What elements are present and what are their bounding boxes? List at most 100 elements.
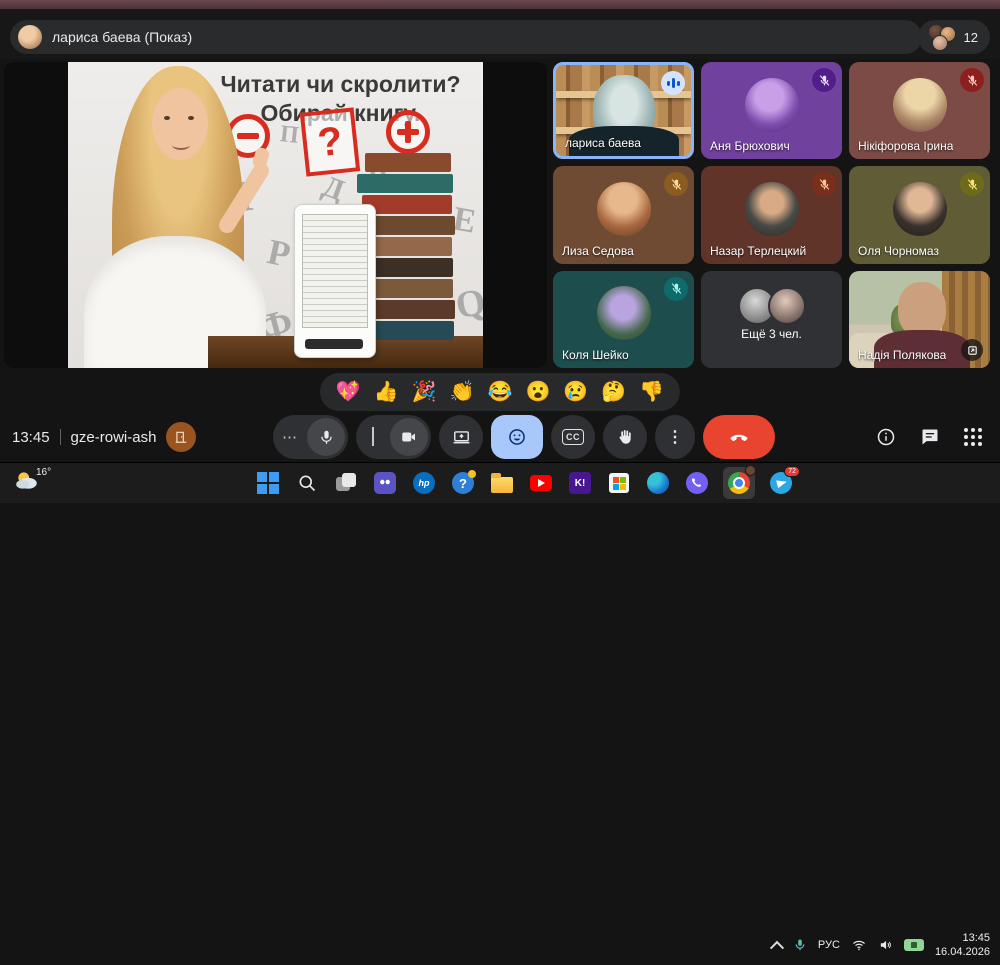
present-button[interactable] — [439, 415, 483, 459]
avatar — [893, 78, 947, 132]
file-explorer-icon[interactable] — [489, 470, 515, 496]
meeting-title: лариса баева (Показ) — [52, 29, 192, 45]
tile-larysa-baeva[interactable]: лариса баева — [553, 62, 694, 159]
mic-muted-icon — [812, 68, 836, 92]
presenter-avatar — [18, 25, 42, 49]
meet-header: лариса баева (Показ) 12 — [0, 9, 1000, 59]
reaction-cry[interactable]: 😢 — [563, 382, 588, 402]
reaction-thumbs-up[interactable]: 👍 — [374, 382, 399, 402]
kahoot-icon[interactable]: K! — [567, 470, 593, 496]
chat-icon[interactable] — [920, 427, 940, 447]
avatar — [745, 182, 799, 236]
tile-overflow-participants[interactable]: Ещё 3 чел. — [701, 271, 842, 368]
popout-icon[interactable] — [961, 339, 983, 361]
reaction-clap[interactable]: 👏 — [450, 382, 475, 402]
volume-icon[interactable] — [878, 938, 893, 952]
captions-button[interactable]: CC — [551, 415, 595, 459]
reaction-thumbs-down[interactable]: 👎 — [639, 382, 664, 402]
presentation-slide: Н Р Ф Д В Е П Q Читати чи скролити? Обир… — [68, 62, 483, 368]
end-call-button[interactable] — [703, 415, 775, 459]
reaction-heart[interactable]: 💖 — [336, 382, 361, 402]
tile-kolya-sheyko[interactable]: Коля Шейко — [553, 271, 694, 368]
info-icon[interactable] — [876, 427, 896, 447]
meeting-title-bar: лариса баева (Показ) — [10, 20, 922, 54]
reaction-laugh[interactable]: 😂 — [488, 382, 513, 402]
task-view-icon[interactable] — [333, 470, 359, 496]
raise-hand-button[interactable] — [603, 415, 647, 459]
slide-ereader-buttons — [305, 339, 363, 349]
mic-icon[interactable] — [307, 418, 345, 456]
mic-button[interactable]: ⋯ — [273, 415, 348, 459]
participants-count-button[interactable]: 12 — [918, 20, 990, 54]
reaction-party[interactable]: 🎉 — [412, 382, 437, 402]
battery-icon[interactable] — [904, 939, 924, 951]
telegram-badge: 72 — [784, 466, 800, 477]
mic-muted-icon — [960, 172, 984, 196]
mic-muted-icon — [664, 172, 688, 196]
background-window-strip — [0, 0, 1000, 9]
avatar — [745, 78, 799, 132]
chrome-icon[interactable] — [723, 467, 755, 499]
participant-count: 12 — [964, 30, 978, 45]
tile-liza-sedova[interactable]: Лиза Седова — [553, 166, 694, 263]
more-vertical-icon: ⋮ — [667, 427, 683, 447]
system-tray: РУС 13:45 16.04.2026 — [772, 925, 990, 965]
camera-icon[interactable] — [390, 418, 428, 456]
tray-clock[interactable]: 13:45 16.04.2026 — [935, 931, 990, 960]
weather-widget[interactable]: 16° — [14, 467, 51, 493]
weather-temp: 16° — [36, 467, 51, 478]
question-mark-icon: ? — [300, 107, 360, 176]
tile-nikiforova-iryna[interactable]: Нікіфорова Ірина — [849, 62, 990, 159]
slide-woman-eye — [164, 116, 170, 120]
edge-icon[interactable] — [645, 470, 671, 496]
plus-circle-icon — [386, 110, 430, 154]
audio-activity-icon — [661, 71, 685, 95]
activities-grid-icon[interactable] — [964, 428, 982, 446]
slide-ereader-screen — [302, 214, 368, 328]
camera-options-icon[interactable] — [356, 429, 390, 446]
wifi-icon[interactable] — [851, 938, 867, 952]
help-icon[interactable]: ? — [450, 470, 476, 496]
slide-ereader — [294, 204, 376, 358]
tray-date: 16.04.2026 — [935, 945, 990, 959]
teams-icon[interactable]: ꔷꔷ — [372, 470, 398, 496]
youtube-icon[interactable] — [528, 470, 554, 496]
tile-nazar-terletskyi[interactable]: Назар Терлецкий — [701, 166, 842, 263]
overflow-avatars — [738, 287, 806, 325]
viber-icon[interactable] — [684, 470, 710, 496]
tile-anya-bryukhovych[interactable]: Аня Брюхович — [701, 62, 842, 159]
mic-options-icon[interactable]: ⋯ — [273, 428, 307, 446]
mic-muted-icon — [960, 68, 984, 92]
reaction-surprised[interactable]: 😮 — [525, 382, 550, 402]
participant-avatars-cluster — [926, 24, 956, 50]
microsoft-store-icon[interactable] — [606, 470, 632, 496]
panel-buttons — [876, 412, 982, 462]
divider — [60, 429, 61, 445]
tile-nadia-polyakova[interactable]: Надія Полякова — [849, 271, 990, 368]
reactions-bar: 💖 👍 🎉 👏 😂 😮 😢 🤔 👎 — [320, 373, 680, 411]
meeting-time: 13:45 — [12, 429, 50, 446]
tray-time: 13:45 — [935, 931, 990, 945]
participant-name: лариса баева — [565, 136, 641, 150]
tray-mic-icon[interactable] — [793, 938, 807, 952]
search-icon[interactable] — [294, 470, 320, 496]
screenshare-view: Н Р Ф Д В Е П Q Читати чи скролити? Обир… — [4, 62, 547, 368]
start-button[interactable] — [255, 470, 281, 496]
telegram-icon[interactable]: 72 — [768, 470, 794, 496]
call-control-bar: 13:45 gze-rowi-ash ⋯ CC — [0, 412, 1000, 462]
tile-olya-chornomaz[interactable]: Оля Чорномаз — [849, 166, 990, 263]
meeting-room-icon — [166, 422, 196, 452]
slide-woman-smile — [172, 140, 190, 150]
meeting-code: gze-rowi-ash — [71, 429, 157, 446]
reactions-button[interactable] — [491, 415, 543, 459]
camera-button[interactable] — [356, 415, 431, 459]
reaction-thinking[interactable]: 🤔 — [601, 382, 626, 402]
tray-expand-icon[interactable] — [770, 941, 784, 955]
avatar — [597, 286, 651, 340]
chrome-profile-badge — [745, 465, 756, 476]
more-options-button[interactable]: ⋮ — [655, 415, 695, 459]
participant-name: Коля Шейко — [562, 348, 629, 362]
hp-icon[interactable]: hp — [411, 470, 437, 496]
language-indicator[interactable]: РУС — [818, 939, 840, 951]
avatar — [893, 182, 947, 236]
